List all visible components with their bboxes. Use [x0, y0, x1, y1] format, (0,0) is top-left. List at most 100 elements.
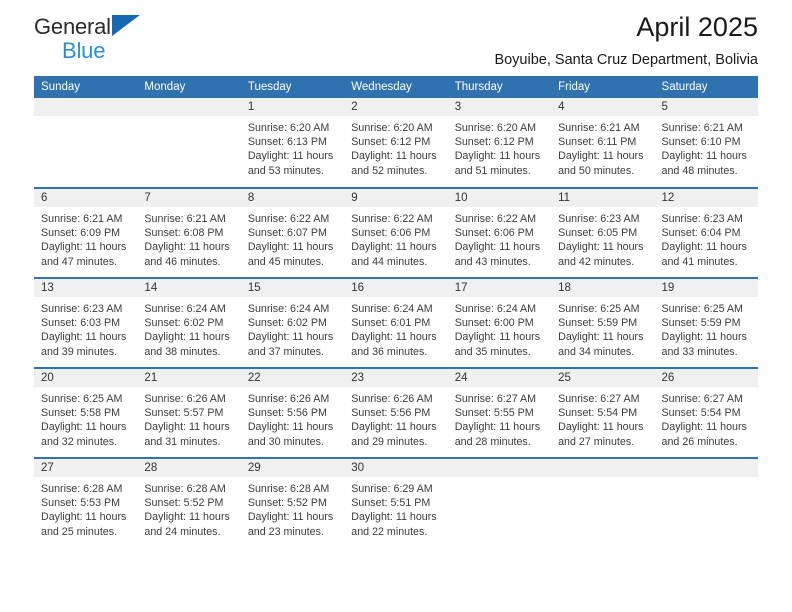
day-sun-info: Sunrise: 6:28 AM Sunset: 5:52 PM Daylight:…: [137, 477, 240, 539]
day-sun-info: Sunrise: 6:22 AM Sunset: 6:06 PM Daylight:…: [344, 207, 447, 269]
day-number: 9: [344, 189, 448, 207]
calendar-day-cell[interactable]: 29 Sunrise: 6:28 AM Sunset: 5:52 PM Dayligh…: [240, 457, 345, 548]
daylight-text: Daylight: 11 hours and 45 minutes.: [247, 241, 334, 268]
daylight-text: Daylight: 11 hours and 39 minutes.: [41, 331, 127, 358]
sunrise-text: Sunrise: 6:23 AM: [41, 303, 123, 315]
calendar-day-cell[interactable]: 10 Sunrise: 6:22 AM Sunset: 6:06 PM Dayligh…: [447, 187, 552, 278]
sunset-text: Sunset: 6:07 PM: [247, 227, 327, 240]
daylight-text: Daylight: 11 hours and 41 minutes.: [661, 241, 747, 268]
sunrise-text: Sunrise: 6:25 AM: [41, 393, 123, 405]
day-sun-info: Sunrise: 6:28 AM Sunset: 5:53 PM Daylight:…: [34, 477, 137, 539]
sunset-text: Sunset: 5:56 PM: [351, 407, 431, 420]
sunrise-text: Sunrise: 6:27 AM: [558, 393, 640, 405]
calendar-day-cell[interactable]: 25 Sunrise: 6:27 AM Sunset: 5:54 PM Dayligh…: [551, 367, 655, 458]
sunset-text: Sunset: 6:11 PM: [558, 136, 637, 149]
calendar-day-cell[interactable]: 27 Sunrise: 6:28 AM Sunset: 5:53 PM Dayligh…: [34, 457, 138, 548]
day-sun-info: Sunrise: 6:20 AM Sunset: 6:12 PM Daylight:…: [448, 116, 551, 178]
calendar-week-row: 1 Sunrise: 6:20 AM Sunset: 6:13 PM Daylight…: [34, 98, 758, 188]
day-number: 2: [344, 98, 448, 116]
day-sun-info: Sunrise: 6:25 AM Sunset: 5:58 PM Daylight:…: [34, 387, 137, 449]
sunset-text: Sunset: 6:03 PM: [41, 317, 121, 330]
sunrise-text: Sunrise: 6:26 AM: [144, 393, 226, 405]
day-number: [137, 98, 241, 116]
calendar-day-cell[interactable]: 4 Sunrise: 6:21 AM Sunset: 6:11 PM Daylight…: [551, 98, 655, 188]
sunrise-text: Sunrise: 6:28 AM: [144, 483, 226, 495]
calendar-week-row: 13 Sunrise: 6:23 AM Sunset: 6:03 PM Dayligh…: [34, 277, 758, 368]
weekday-header-saturday: Saturday: [654, 76, 758, 98]
daylight-text: Daylight: 11 hours and 30 minutes.: [247, 421, 334, 448]
calendar-day-cell[interactable]: 12 Sunrise: 6:23 AM Sunset: 6:04 PM Dayligh…: [654, 187, 758, 278]
calendar-day-cell[interactable]: 30 Sunrise: 6:29 AM Sunset: 5:51 PM Dayligh…: [344, 457, 448, 548]
weekday-header-monday: Monday: [137, 76, 241, 98]
calendar-day-cell[interactable]: 6 Sunrise: 6:21 AM Sunset: 6:09 PM Daylight…: [34, 187, 138, 278]
daylight-text: Daylight: 11 hours and 51 minutes.: [454, 150, 541, 177]
daylight-text: Daylight: 11 hours and 46 minutes.: [144, 241, 230, 268]
day-sun-info: Sunrise: 6:27 AM Sunset: 5:55 PM Daylight:…: [448, 387, 551, 449]
calendar-day-cell[interactable]: 17 Sunrise: 6:24 AM Sunset: 6:00 PM Dayligh…: [447, 277, 552, 368]
sunrise-text: Sunrise: 6:24 AM: [454, 303, 537, 315]
day-number: 15: [240, 279, 345, 297]
weekday-header-sunday: Sunday: [34, 76, 138, 98]
day-number: [447, 459, 552, 477]
day-sun-info: Sunrise: 6:20 AM Sunset: 6:13 PM Daylight:…: [241, 116, 344, 178]
calendar-day-cell[interactable]: 22 Sunrise: 6:26 AM Sunset: 5:56 PM Dayligh…: [240, 367, 345, 458]
daylight-text: Daylight: 11 hours and 33 minutes.: [661, 331, 747, 358]
sunset-text: Sunset: 6:10 PM: [661, 136, 741, 149]
sunrise-text: Sunrise: 6:24 AM: [144, 303, 226, 315]
day-number: 19: [654, 279, 758, 297]
sunset-text: Sunset: 6:12 PM: [351, 136, 431, 149]
logo-text-blue: Blue: [62, 38, 106, 63]
calendar-day-cell[interactable]: 28 Sunrise: 6:28 AM Sunset: 5:52 PM Dayligh…: [137, 457, 241, 548]
sunrise-text: Sunrise: 6:21 AM: [558, 122, 640, 134]
calendar-day-cell[interactable]: 15 Sunrise: 6:24 AM Sunset: 6:02 PM Dayligh…: [240, 277, 345, 368]
calendar-day-cell[interactable]: 13 Sunrise: 6:23 AM Sunset: 6:03 PM Dayligh…: [34, 277, 138, 368]
calendar-day-cell[interactable]: 8 Sunrise: 6:22 AM Sunset: 6:07 PM Daylight…: [240, 187, 345, 278]
day-sun-info: Sunrise: 6:26 AM Sunset: 5:56 PM Daylight:…: [241, 387, 344, 449]
daylight-text: Daylight: 11 hours and 48 minutes.: [661, 150, 747, 177]
sunset-text: Sunset: 5:51 PM: [351, 497, 431, 510]
calendar-day-cell[interactable]: 21 Sunrise: 6:26 AM Sunset: 5:57 PM Dayligh…: [137, 367, 241, 458]
calendar-day-cell[interactable]: 20 Sunrise: 6:25 AM Sunset: 5:58 PM Dayligh…: [34, 367, 138, 458]
day-sun-info: Sunrise: 6:21 AM Sunset: 6:08 PM Daylight:…: [137, 207, 240, 269]
day-number: 6: [34, 189, 138, 207]
calendar-day-cell[interactable]: 1 Sunrise: 6:20 AM Sunset: 6:13 PM Daylight…: [240, 98, 345, 188]
sunrise-text: Sunrise: 6:22 AM: [454, 213, 537, 225]
day-number: 4: [551, 98, 655, 116]
sunrise-text: Sunrise: 6:28 AM: [41, 483, 123, 495]
day-number: 12: [654, 189, 758, 207]
day-sun-info: Sunrise: 6:26 AM Sunset: 5:56 PM Daylight:…: [344, 387, 447, 449]
daylight-text: Daylight: 11 hours and 29 minutes.: [351, 421, 437, 448]
sunrise-text: Sunrise: 6:23 AM: [558, 213, 640, 225]
calendar-body: 1 Sunrise: 6:20 AM Sunset: 6:13 PM Daylight…: [34, 98, 758, 548]
page-header: General Blue April 2025 Boyuibe, Santa C…: [34, 0, 758, 76]
sunset-text: Sunset: 5:59 PM: [661, 317, 741, 330]
calendar-day-cell[interactable]: 18 Sunrise: 6:25 AM Sunset: 5:59 PM Dayligh…: [551, 277, 655, 368]
sunset-text: Sunset: 5:57 PM: [144, 407, 224, 420]
calendar-day-cell[interactable]: 2 Sunrise: 6:20 AM Sunset: 6:12 PM Daylight…: [344, 98, 448, 188]
sunset-text: Sunset: 5:54 PM: [661, 407, 741, 420]
sunset-text: Sunset: 6:08 PM: [144, 227, 224, 240]
calendar-day-cell[interactable]: 23 Sunrise: 6:26 AM Sunset: 5:56 PM Dayligh…: [344, 367, 448, 458]
day-sun-info: Sunrise: 6:27 AM Sunset: 5:54 PM Daylight:…: [655, 387, 758, 449]
calendar-day-cell[interactable]: 5 Sunrise: 6:21 AM Sunset: 6:10 PM Daylight…: [654, 98, 758, 188]
day-number: [551, 459, 655, 477]
calendar-empty-cell: [654, 457, 758, 548]
calendar-day-cell[interactable]: 9 Sunrise: 6:22 AM Sunset: 6:06 PM Daylight…: [344, 187, 448, 278]
sunset-text: Sunset: 6:12 PM: [454, 136, 534, 149]
calendar-day-cell[interactable]: 19 Sunrise: 6:25 AM Sunset: 5:59 PM Dayligh…: [654, 277, 758, 368]
calendar-page: General Blue April 2025 Boyuibe, Santa C…: [0, 0, 792, 612]
calendar-day-cell[interactable]: 16 Sunrise: 6:24 AM Sunset: 6:01 PM Dayligh…: [344, 277, 448, 368]
page-title: April 2025: [636, 12, 758, 42]
calendar-day-cell[interactable]: 3 Sunrise: 6:20 AM Sunset: 6:12 PM Daylight…: [447, 98, 552, 188]
calendar-day-cell[interactable]: 14 Sunrise: 6:24 AM Sunset: 6:02 PM Dayligh…: [137, 277, 241, 368]
daylight-text: Daylight: 11 hours and 23 minutes.: [247, 511, 334, 538]
calendar-day-cell[interactable]: 26 Sunrise: 6:27 AM Sunset: 5:54 PM Dayligh…: [654, 367, 758, 458]
general-blue-logo: General Blue: [34, 14, 214, 70]
day-number: 28: [137, 459, 241, 477]
day-sun-info: Sunrise: 6:24 AM Sunset: 6:02 PM Daylight:…: [137, 297, 240, 359]
day-number: 25: [551, 369, 655, 387]
calendar-day-cell[interactable]: 24 Sunrise: 6:27 AM Sunset: 5:55 PM Dayligh…: [447, 367, 552, 458]
day-number: 10: [447, 189, 552, 207]
calendar-day-cell[interactable]: 11 Sunrise: 6:23 AM Sunset: 6:05 PM Dayligh…: [551, 187, 655, 278]
calendar-day-cell[interactable]: 7 Sunrise: 6:21 AM Sunset: 6:08 PM Daylight…: [137, 187, 241, 278]
